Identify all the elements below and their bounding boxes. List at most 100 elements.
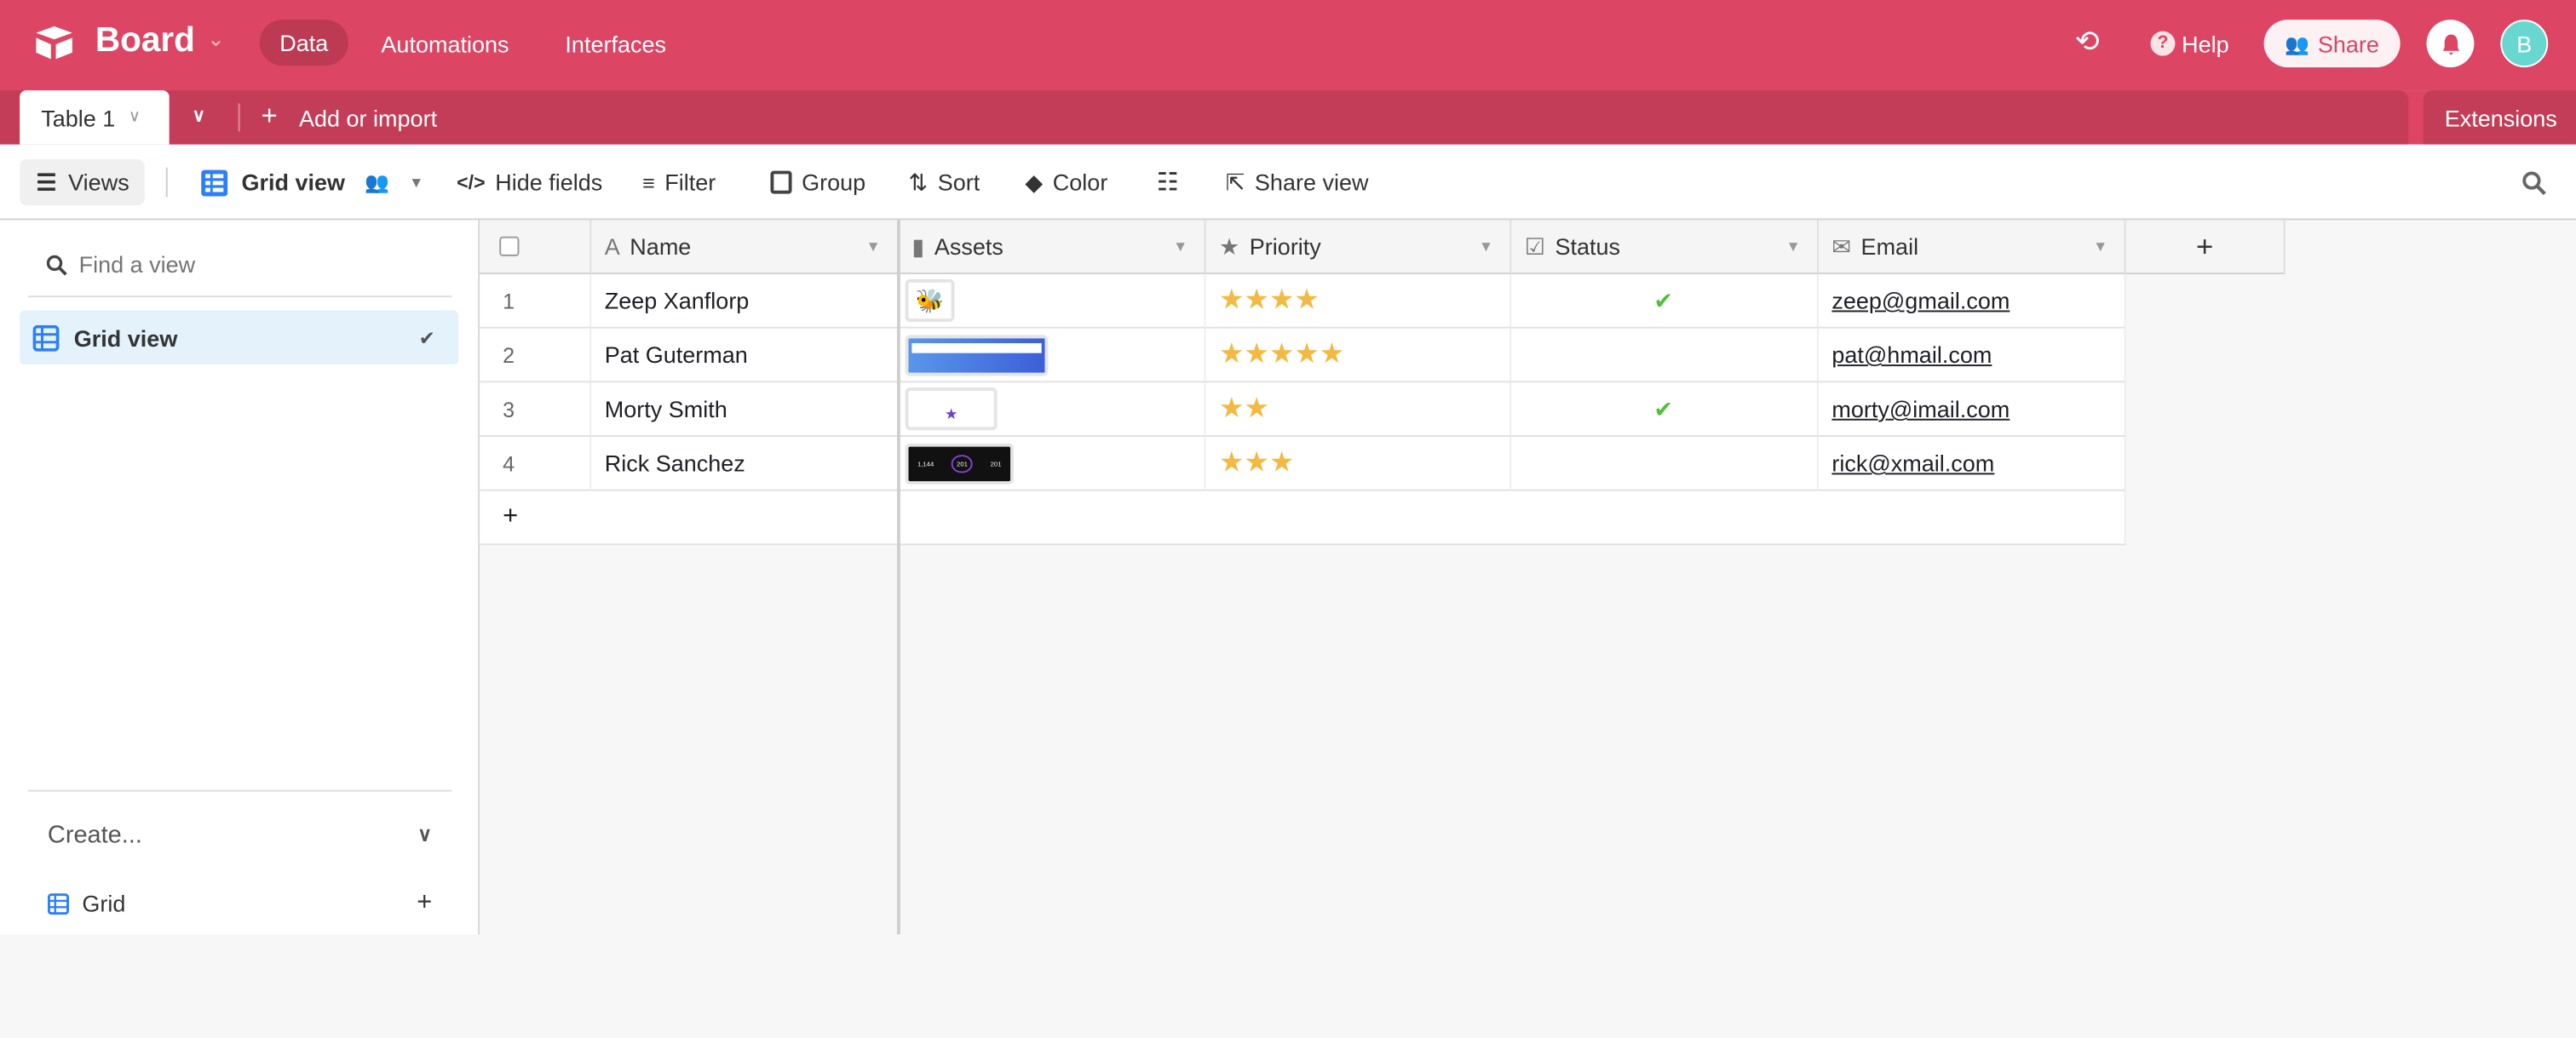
rating-star-icon[interactable]: ★ [1244, 447, 1268, 480]
extensions-button[interactable]: Extensions [2423, 90, 2576, 145]
assets-cell[interactable]: 🐝 [898, 274, 1206, 329]
share-view-button[interactable]: ⇱ Share view [1226, 145, 1369, 221]
status-cell[interactable] [1511, 328, 1819, 383]
create-view-section[interactable]: Create... ∨ [28, 813, 452, 856]
nav-data[interactable]: Data [259, 20, 348, 66]
rating-star-icon[interactable]: ★ [1269, 338, 1294, 371]
assets-cell[interactable]: 1,144 201 201 [898, 436, 1206, 491]
assets-cell[interactable] [898, 328, 1206, 383]
email-link[interactable]: morty@imail.com [1831, 396, 2010, 422]
sidebar-item-grid-view[interactable]: Grid view ✔ [20, 310, 459, 365]
nav-automations[interactable]: Automations [381, 32, 509, 58]
color-button[interactable]: ◆ Color [1025, 145, 1107, 221]
help-button[interactable]: Help [2182, 32, 2229, 58]
find-view-input[interactable] [78, 246, 449, 283]
caret-down-icon[interactable]: ▼ [2093, 238, 2107, 255]
checkbox[interactable] [499, 236, 520, 256]
tab-table-1[interactable]: Table 1 ∨ [20, 90, 170, 145]
caret-down-icon[interactable]: ▼ [1479, 238, 1493, 255]
add-row-area[interactable] [898, 490, 2126, 546]
avatar[interactable]: B [2500, 20, 2549, 68]
share-button[interactable]: 👥 Share [2263, 20, 2401, 68]
history-icon[interactable]: ⟲ [2075, 25, 2100, 59]
asset-thumbnail-star[interactable]: ★ [905, 387, 998, 431]
name-cell[interactable]: Pat Guterman [591, 328, 899, 383]
email-link[interactable]: zeep@gmail.com [1831, 287, 2010, 313]
priority-cell[interactable]: ★ ★ [1205, 382, 1512, 437]
column-header-email[interactable]: ✉ Email ▼ [1818, 220, 2126, 275]
row-height-button[interactable]: ☷ [1157, 145, 1179, 221]
grid-view-icon [47, 892, 69, 915]
rating-star-icon[interactable]: ★ [1244, 284, 1268, 318]
asset-thumbnail-screenshot[interactable] [905, 334, 1049, 376]
create-grid-view[interactable]: Grid + [28, 884, 452, 923]
filter-button[interactable]: ≡ Filter [642, 145, 716, 221]
asset-thumbnail-stats[interactable]: 1,144 201 201 [905, 442, 1014, 484]
rating-star-icon[interactable]: ★ [1294, 284, 1319, 318]
assets-cell[interactable]: ★ [898, 382, 1206, 437]
status-cell[interactable]: ✔ [1511, 382, 1819, 437]
help-icon[interactable]: ? [2150, 31, 2176, 56]
mail-icon: ✉ [1831, 232, 1851, 259]
email-link[interactable]: rick@xmail.com [1831, 450, 1994, 476]
email-cell[interactable]: rick@xmail.com [1818, 436, 2126, 491]
rating-star-icon[interactable]: ★ [1244, 338, 1268, 371]
app-logo-icon [36, 26, 72, 60]
status-cell[interactable]: ✔ [1511, 274, 1819, 329]
check-icon[interactable]: ✔ [1653, 287, 1673, 315]
email-cell[interactable]: pat@hmail.com [1818, 328, 2126, 383]
column-header-status[interactable]: ☑ Status ▼ [1511, 220, 1819, 275]
column-header-priority[interactable]: ★ Priority ▼ [1205, 220, 1512, 275]
rating-star-icon[interactable]: ★ [1294, 338, 1319, 371]
priority-cell[interactable]: ★ ★ ★ ★ ★ [1205, 328, 1512, 383]
rating-star-icon[interactable]: ★ [1320, 338, 1344, 371]
views-sidebar: Grid view ✔ Create...∨ Grid + [0, 220, 480, 935]
row-number: 4 [480, 436, 592, 491]
add-or-import-button[interactable]: Add or import [299, 105, 437, 131]
rating-star-icon[interactable]: ★ [1219, 284, 1244, 318]
email-cell[interactable]: zeep@gmail.com [1818, 274, 2126, 329]
notifications-button[interactable] [2426, 20, 2475, 68]
column-header-name[interactable]: A Name ▼ [591, 220, 899, 275]
rating-star-icon[interactable]: ★ [1219, 447, 1244, 480]
rating-star-icon[interactable]: ★ [1219, 393, 1244, 426]
caret-down-icon[interactable]: ▼ [866, 238, 881, 255]
priority-cell[interactable]: ★ ★ ★ [1205, 436, 1512, 491]
name-cell[interactable]: Morty Smith [591, 382, 899, 437]
status-cell[interactable] [1511, 436, 1819, 491]
rating-star-icon[interactable]: ★ [1219, 338, 1244, 371]
group-button[interactable]: Group [770, 145, 865, 221]
add-field-button[interactable]: + [2125, 220, 2286, 275]
chevron-down-icon: ∨ [417, 823, 433, 846]
rating-star-icon[interactable]: ★ [1269, 284, 1294, 318]
chevron-down-icon[interactable]: ⌄ [207, 26, 225, 53]
rating-star-icon[interactable]: ★ [1269, 447, 1294, 480]
add-row-button[interactable]: + [480, 490, 899, 546]
check-icon[interactable]: ✔ [1653, 395, 1673, 423]
base-title[interactable]: Board [95, 21, 195, 60]
users-icon: 👥 [365, 170, 390, 194]
divider [27, 295, 452, 298]
select-all-header[interactable] [480, 220, 592, 275]
email-link[interactable]: pat@hmail.com [1831, 341, 1992, 368]
nav-interfaces[interactable]: Interfaces [565, 32, 666, 58]
plus-icon: + [503, 502, 519, 530]
caret-down-icon[interactable]: ▼ [1786, 238, 1801, 255]
name-cell[interactable]: Rick Sanchez [591, 436, 899, 491]
email-cell[interactable]: morty@imail.com [1818, 382, 2126, 437]
asset-thumbnail-bee[interactable]: 🐝 [905, 278, 955, 322]
priority-cell[interactable]: ★ ★ ★ ★ [1205, 274, 1512, 329]
all-tables-chevron-icon[interactable]: ∨ [193, 105, 206, 126]
checkbox-icon: ☑ [1524, 232, 1545, 259]
views-button[interactable]: ☰ Views [20, 159, 145, 206]
caret-down-icon[interactable]: ▼ [1173, 238, 1187, 255]
row-number: 2 [480, 328, 592, 383]
paint-bucket-icon: ◆ [1025, 168, 1044, 195]
search-button[interactable] [2521, 145, 2546, 221]
sort-button[interactable]: ⇅ Sort [908, 145, 980, 221]
hide-fields-button[interactable]: </> Hide fields [457, 145, 602, 221]
name-cell[interactable]: Zeep Xanflorp [591, 274, 899, 329]
view-switcher[interactable]: Grid view 👥 ▼ [200, 145, 423, 221]
rating-star-icon[interactable]: ★ [1244, 393, 1268, 426]
column-header-assets[interactable]: ▮ Assets ▼ [898, 220, 1206, 275]
